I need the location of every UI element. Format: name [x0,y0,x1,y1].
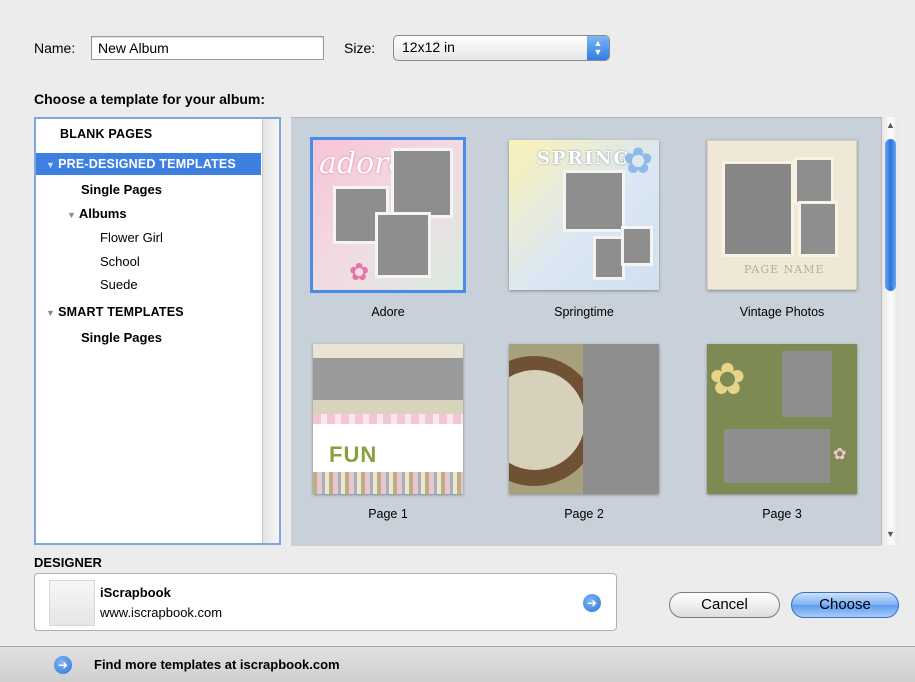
sidebar-item-suede[interactable]: Suede [36,274,261,296]
sidebar-item-school[interactable]: School [36,251,261,273]
template-thumb-page-2[interactable] [509,344,659,494]
template-caption: Springtime [554,305,614,319]
updown-arrows-icon: ▲ ▼ [587,36,609,60]
decorative-band [313,344,463,358]
photo-placeholder [583,344,659,494]
template-thumb-adore[interactable]: adore ✿ [310,137,466,293]
designer-panel: iScrapbook www.iscrapbook.com ➜ [34,573,617,631]
name-field[interactable]: New Album [91,36,324,60]
template-caption: Adore [371,305,405,319]
category-label: PRE-DESIGNED TEMPLATES [58,157,236,171]
sidebar-item-label: School [100,254,140,269]
photo-placeholder [375,212,431,278]
template-caption: Vintage Photos [739,305,825,319]
photo-placeholder [391,148,453,218]
designer-link-arrow-icon[interactable]: ➜ [583,594,601,612]
footer-bar: ➜ Find more templates at iscrapbook.com [0,646,915,682]
template-title-art: SPRING [537,148,631,169]
disclosure-triangle-icon[interactable]: ▼ [46,308,55,318]
designer-name: iScrapbook [100,585,171,600]
sidebar-item-label: Suede [100,277,138,292]
photo-placeholder [794,157,834,205]
photo-placeholder [779,348,835,420]
template-grid[interactable]: adore ✿ Adore SPRING ✿ Springtime PAGE N… [291,117,881,546]
template-thumb-page-3[interactable]: ✿ ✿ [707,344,857,494]
template-caption: Page 2 [564,507,604,521]
disclosure-triangle-icon[interactable]: ▼ [67,210,76,220]
template-category-list[interactable]: BLANK PAGES ▼ PRE-DESIGNED TEMPLATES Sing… [34,117,281,545]
designer-avatar [49,580,95,626]
scroll-down-arrow-icon[interactable]: ▼ [882,529,899,539]
photo-placeholder [722,161,794,257]
template-title-art: FUN [329,442,378,467]
sidebar-item-label: Single Pages [81,330,162,345]
size-select[interactable]: 12x12 in ▲ ▼ [393,35,610,61]
size-select-value: 12x12 in [402,39,455,55]
sidebar-item-albums[interactable]: ▼ Albums [36,203,261,225]
category-smart-templates[interactable]: ▼ SMART TEMPLATES [36,301,261,323]
template-thumb-page-1[interactable]: FUN [313,344,463,494]
flower-icon: ✿ [349,259,370,286]
sidebar-item-flower-girl[interactable]: Flower Girl [36,227,261,249]
scrollbar-thumb[interactable] [885,139,896,291]
template-thumb-springtime[interactable]: SPRING ✿ [509,140,659,290]
category-pre-designed-templates[interactable]: ▼ PRE-DESIGNED TEMPLATES [36,153,261,175]
template-title-art: PAGE NAME [744,263,825,276]
flower-icon: ✿ [623,140,654,181]
find-more-templates-link[interactable]: Find more templates at iscrapbook.com [94,657,340,672]
sidebar-item-label: Albums [78,206,127,221]
category-list-scrollbar[interactable] [262,119,279,543]
template-thumb-vintage-photos[interactable]: PAGE NAME [707,140,857,290]
category-blank-pages[interactable]: BLANK PAGES [36,123,261,145]
name-label: Name: [34,40,76,56]
decorative-band [313,414,463,424]
cancel-button[interactable]: Cancel [669,592,780,618]
photo-placeholder [798,201,838,257]
scroll-up-arrow-icon[interactable]: ▲ [882,120,899,130]
template-caption: Page 3 [762,507,802,521]
photo-placeholder [721,426,833,486]
category-label: BLANK PAGES [60,127,153,141]
sidebar-item-label: Single Pages [81,182,162,197]
find-templates-arrow-icon[interactable]: ➜ [54,656,72,674]
template-section-title: Choose a template for your album: [34,91,266,107]
sidebar-item-single-pages-smart[interactable]: Single Pages [36,327,261,349]
photo-placeholder [621,226,653,266]
designer-label: DESIGNER [34,555,102,570]
flower-icon: ✿ [709,355,746,404]
category-label: SMART TEMPLATES [58,305,184,319]
sidebar-item-label: Flower Girl [100,230,163,245]
size-label: Size: [344,40,376,56]
choose-button[interactable]: Choose [791,592,899,618]
photo-strip [313,358,463,400]
template-caption: Page 1 [368,507,408,521]
stripe-border [313,472,463,494]
photo-placeholder [563,170,625,232]
designer-url: www.iscrapbook.com [100,605,223,620]
template-grid-scrollbar[interactable]: ▲ ▼ [881,117,899,545]
sidebar-item-single-pages[interactable]: Single Pages [36,179,261,201]
decorative-band [313,400,463,414]
flower-icon: ✿ [833,446,847,463]
disclosure-triangle-icon[interactable]: ▼ [46,160,55,170]
